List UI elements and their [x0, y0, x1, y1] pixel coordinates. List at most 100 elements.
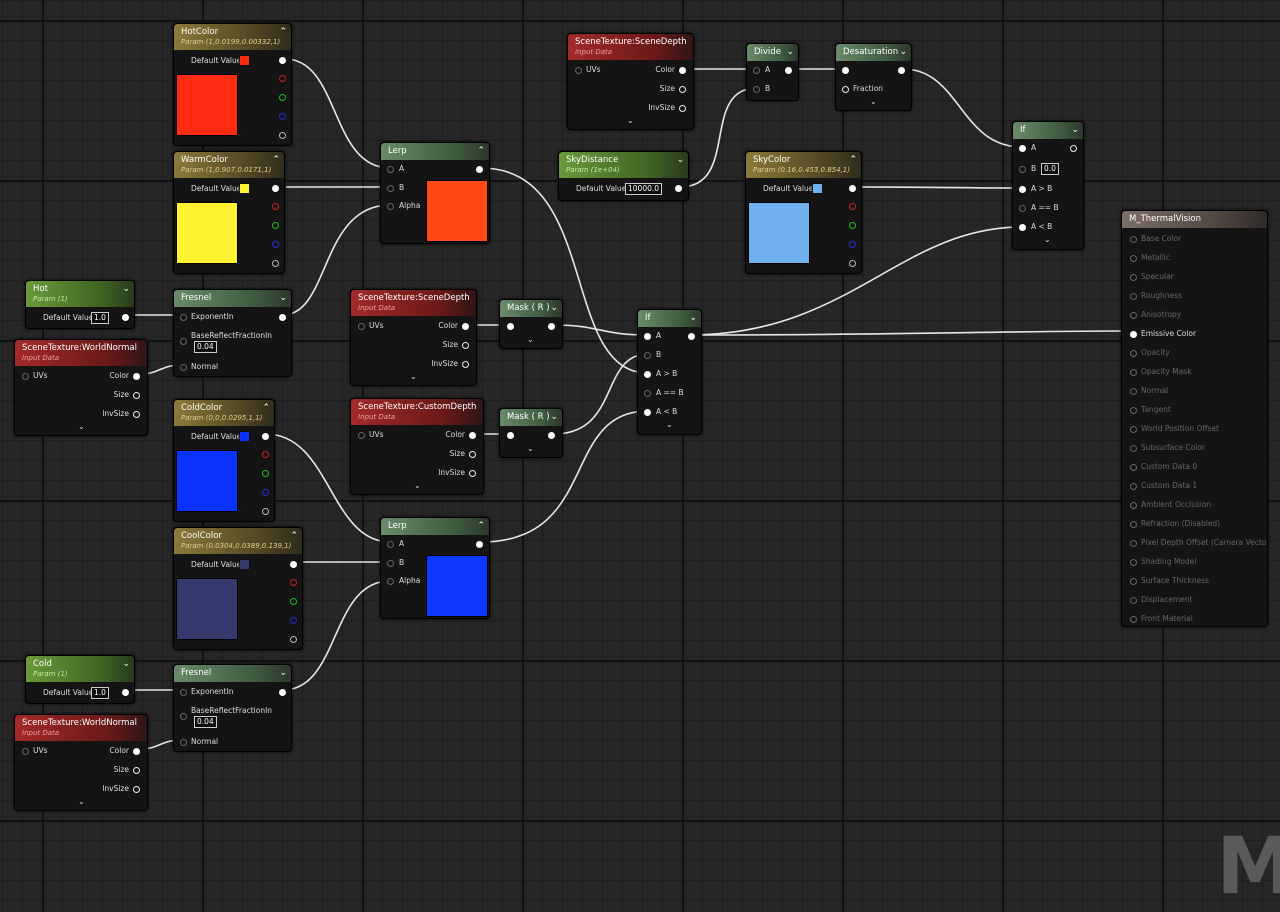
uvs-pin[interactable]	[358, 323, 365, 330]
node-header[interactable]: SceneTexture:CustomDepth Input Data	[351, 399, 483, 425]
invsize-output-pin[interactable]	[133, 786, 140, 793]
color-swatch[interactable]	[239, 55, 250, 66]
color-swatch[interactable]	[239, 431, 250, 442]
node-header[interactable]: CoolColor Param (0.0304,0.0389,0.139,1) ⌃	[174, 528, 302, 554]
size-output-pin[interactable]	[469, 451, 476, 458]
b-pin[interactable]	[387, 185, 394, 192]
normal-pin[interactable]	[180, 364, 187, 371]
node-header[interactable]: SkyDistance Param (1e+04) ⌄	[559, 152, 688, 178]
result-input-pin[interactable]	[1130, 521, 1137, 528]
green-output-pin[interactable]	[849, 222, 856, 229]
result-input-pin[interactable]	[1130, 293, 1137, 300]
blue-output-pin[interactable]	[262, 489, 269, 496]
size-output-pin[interactable]	[133, 392, 140, 399]
lerp-node[interactable]: Lerp ⌃ A B Alpha	[380, 142, 490, 244]
sky-distance-node[interactable]: SkyDistance Param (1e+04) ⌄ Default Value …	[558, 151, 689, 201]
uvs-pin[interactable]	[358, 432, 365, 439]
node-header[interactable]: If ⌄	[638, 310, 701, 327]
chevron-down-icon[interactable]: ⌄	[279, 293, 287, 303]
node-header[interactable]: Desaturation ⌄	[836, 44, 911, 61]
chevron-down-icon[interactable]: ⌄	[550, 303, 558, 313]
mask-node[interactable]: Mask ( R ) ⌄ ⌄	[499, 408, 563, 458]
red-output-pin[interactable]	[849, 203, 856, 210]
node-header[interactable]: SceneTexture:SceneDepth Input Data	[351, 290, 476, 316]
a-pin[interactable]	[1019, 145, 1026, 152]
a-equals-b-pin[interactable]	[1019, 205, 1026, 212]
result-input-pin[interactable]	[1130, 426, 1137, 433]
green-output-pin[interactable]	[290, 598, 297, 605]
node-header[interactable]: Divide ⌄	[747, 44, 798, 61]
a-pin[interactable]	[387, 541, 394, 548]
output-pin[interactable]	[548, 432, 555, 439]
value-field[interactable]: 10000.0	[625, 183, 663, 195]
invsize-output-pin[interactable]	[462, 361, 469, 368]
base-reflect-pin[interactable]	[180, 713, 187, 720]
divide-node[interactable]: Divide ⌄ A B	[746, 43, 799, 101]
output-pin[interactable]	[290, 561, 297, 568]
chevron-down-icon[interactable]: ⌄	[627, 116, 634, 125]
red-output-pin[interactable]	[272, 203, 279, 210]
green-output-pin[interactable]	[272, 222, 279, 229]
scene-depth-node[interactable]: SceneTexture:SceneDepth Input Data UVs Co…	[567, 33, 694, 130]
result-input-pin[interactable]	[1130, 369, 1137, 376]
output-pin[interactable]	[262, 433, 269, 440]
output-pin[interactable]	[1070, 145, 1077, 152]
blue-output-pin[interactable]	[290, 617, 297, 624]
alpha-pin[interactable]	[387, 203, 394, 210]
result-input-pin[interactable]	[1130, 407, 1137, 414]
alpha-output-pin[interactable]	[849, 260, 856, 267]
chevron-down-icon[interactable]: ⌄	[899, 47, 907, 57]
output-pin[interactable]	[279, 57, 286, 64]
cold-param-node[interactable]: Cold Param (1) ⌄ Default Value 1.0	[25, 655, 135, 704]
chevron-down-icon[interactable]: ⌄	[1071, 125, 1079, 135]
chevron-down-icon[interactable]: ⌄	[410, 372, 417, 381]
a-less-b-pin[interactable]	[1019, 224, 1026, 231]
node-header[interactable]: SceneTexture:WorldNormal Input Data	[15, 340, 147, 366]
result-input-pin[interactable]	[1130, 597, 1137, 604]
color-output-pin[interactable]	[679, 67, 686, 74]
result-input-pin[interactable]	[1130, 312, 1137, 319]
hot-color-node[interactable]: HotColor Param (1,0.0199,0.00332,1) ⌃ Defa…	[173, 23, 292, 146]
lerp-node[interactable]: Lerp ⌃ A B Alpha	[380, 517, 490, 619]
node-header[interactable]: ColdColor Param (0,0,0.0295,1,1) ⌃	[174, 400, 274, 426]
b-pin[interactable]	[1019, 166, 1026, 173]
node-header[interactable]: Fresnel ⌄	[174, 665, 291, 682]
scene-depth-node[interactable]: SceneTexture:SceneDepth Input Data UVs Co…	[350, 289, 477, 386]
cool-color-node[interactable]: CoolColor Param (0.0304,0.0389,0.139,1) ⌃ …	[173, 527, 303, 650]
node-header[interactable]: WarmColor Param (1,0.907,0.0171,1) ⌃	[174, 152, 284, 178]
chevron-up-icon[interactable]: ⌃	[262, 403, 270, 413]
chevron-down-icon[interactable]: ⌄	[78, 797, 85, 806]
chevron-down-icon[interactable]: ⌄	[414, 481, 421, 490]
color-output-pin[interactable]	[133, 748, 140, 755]
green-output-pin[interactable]	[279, 94, 286, 101]
node-header[interactable]: Lerp ⌃	[381, 518, 489, 535]
result-input-pin[interactable]	[1130, 578, 1137, 585]
blue-output-pin[interactable]	[279, 113, 286, 120]
custom-depth-node[interactable]: SceneTexture:CustomDepth Input Data UVs C…	[350, 398, 484, 495]
invsize-output-pin[interactable]	[133, 411, 140, 418]
a-greater-b-pin[interactable]	[644, 371, 651, 378]
result-input-pin[interactable]	[1130, 502, 1137, 509]
output-pin[interactable]	[548, 323, 555, 330]
hot-param-node[interactable]: Hot Param (1) ⌄ Default Value 1.0	[25, 280, 135, 329]
output-pin[interactable]	[272, 185, 279, 192]
node-header[interactable]: Hot Param (1) ⌄	[26, 281, 134, 307]
sky-color-node[interactable]: SkyColor Param (0.16,0.453,0.854,1) ⌃ Defa…	[745, 151, 862, 274]
red-output-pin[interactable]	[262, 451, 269, 458]
world-normal-node[interactable]: SceneTexture:WorldNormal Input Data UVs C…	[14, 339, 148, 436]
chevron-down-icon[interactable]: ⌄	[527, 335, 534, 344]
b-value-field[interactable]: 0.0	[1041, 163, 1059, 175]
node-header[interactable]: M_ThermalVision	[1122, 211, 1267, 228]
chevron-down-icon[interactable]: ⌄	[1044, 235, 1051, 244]
fraction-pin[interactable]	[842, 86, 849, 93]
color-output-pin[interactable]	[469, 432, 476, 439]
invsize-output-pin[interactable]	[469, 470, 476, 477]
cold-color-node[interactable]: ColdColor Param (0,0,0.0295,1,1) ⌃ Default…	[173, 399, 275, 522]
a-pin[interactable]	[387, 166, 394, 173]
blue-output-pin[interactable]	[849, 241, 856, 248]
world-normal-node[interactable]: SceneTexture:WorldNormal Input Data UVs C…	[14, 714, 148, 811]
a-equals-b-pin[interactable]	[644, 390, 651, 397]
red-output-pin[interactable]	[279, 75, 286, 82]
color-swatch[interactable]	[239, 183, 250, 194]
chevron-down-icon[interactable]: ⌄	[870, 97, 877, 106]
